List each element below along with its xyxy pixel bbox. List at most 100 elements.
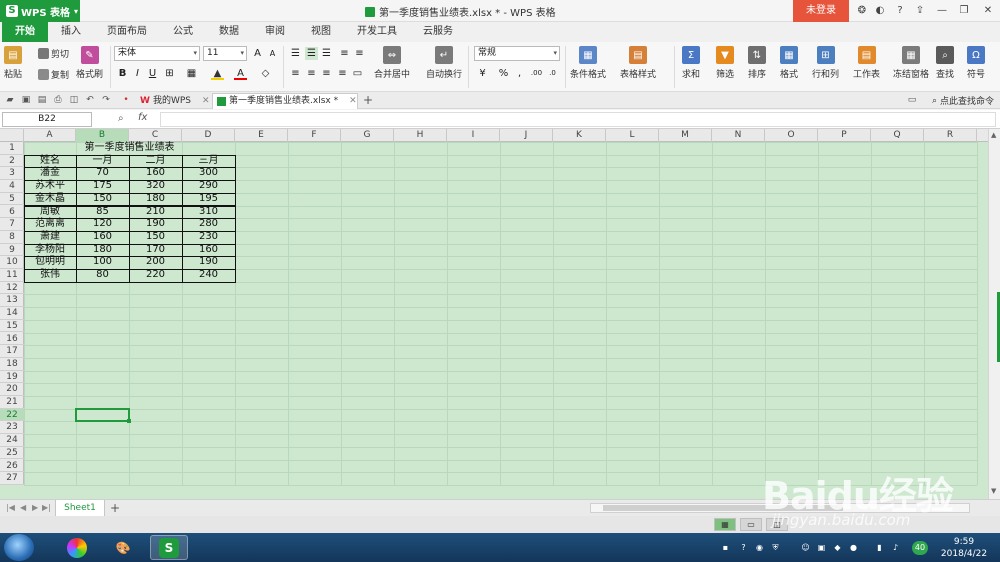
row-header-27[interactable]: 27 — [0, 472, 24, 485]
sales-cell[interactable]: 230 — [182, 231, 235, 244]
column-header-k[interactable]: K — [553, 129, 606, 142]
header-cell[interactable]: 三月 — [182, 155, 235, 168]
sales-cell[interactable]: 210 — [129, 206, 182, 219]
sum-button[interactable]: Σ 求和 — [682, 46, 700, 80]
paint-icon[interactable]: 🎨 — [104, 535, 142, 560]
row-header-10[interactable]: 10 — [0, 256, 24, 269]
new-tab-icon[interactable]: + — [362, 94, 374, 106]
sales-cell[interactable]: 190 — [182, 256, 235, 269]
fill-handle[interactable] — [127, 419, 131, 424]
browser-icon[interactable] — [58, 535, 96, 560]
sales-cell[interactable]: 310 — [182, 206, 235, 219]
name-cell[interactable]: 周敏 — [24, 206, 76, 219]
sales-cell[interactable]: 160 — [182, 244, 235, 257]
column-header-q[interactable]: Q — [871, 129, 924, 142]
column-header-n[interactable]: N — [712, 129, 765, 142]
number-format-select[interactable]: 常规 ▾ — [474, 46, 560, 61]
name-cell[interactable]: 范离离 — [24, 218, 76, 231]
print-icon[interactable]: ⎙ — [52, 94, 64, 106]
format-button[interactable]: ▦ 格式 — [780, 46, 798, 80]
row-header-4[interactable]: 4 — [0, 180, 24, 193]
tab-view[interactable]: 视图 — [298, 22, 344, 42]
increase-font-icon[interactable]: A — [251, 47, 264, 60]
currency-icon[interactable]: ¥ — [476, 67, 489, 80]
start-button[interactable] — [4, 534, 34, 561]
align-top-icon[interactable]: ☰ — [289, 47, 302, 60]
sales-cell[interactable]: 170 — [129, 244, 182, 257]
sales-cell[interactable]: 120 — [76, 218, 129, 231]
system-clock[interactable]: 9:59 2018/4/22 — [930, 536, 998, 560]
align-center-icon[interactable]: ≡ — [305, 67, 318, 80]
column-header-a[interactable]: A — [24, 129, 76, 142]
redo-icon[interactable]: ↷ — [100, 94, 112, 106]
row-header-3[interactable]: 3 — [0, 167, 24, 181]
sales-cell[interactable]: 160 — [129, 167, 182, 180]
name-cell[interactable]: 金木晶 — [24, 193, 76, 206]
increase-decimal-icon[interactable]: .00 — [530, 67, 543, 80]
column-header-m[interactable]: M — [659, 129, 712, 142]
row-header-22[interactable]: 22 — [0, 408, 24, 422]
sales-cell[interactable]: 200 — [129, 256, 182, 269]
sales-cell[interactable]: 240 — [182, 269, 235, 282]
sales-cell[interactable]: 100 — [76, 256, 129, 269]
column-header-b[interactable]: B — [76, 129, 129, 142]
row-header-9[interactable]: 9 — [0, 244, 24, 257]
feedback-icon[interactable]: ◐ — [872, 3, 888, 19]
tab-insert[interactable]: 插入 — [48, 22, 94, 42]
upload-icon[interactable]: ⇪ — [912, 3, 928, 19]
help-icon[interactable]: ? — [738, 542, 749, 553]
row-header-19[interactable]: 19 — [0, 371, 24, 384]
row-header-17[interactable]: 17 — [0, 345, 24, 358]
tab-cloud-service[interactable]: 云服务 — [410, 22, 466, 42]
horizontal-scrollbar[interactable] — [590, 503, 970, 513]
sort-button[interactable]: ⇅ 排序 — [748, 46, 766, 80]
format-painter-button[interactable]: ✎ 格式刷 — [76, 46, 103, 80]
normal-view-icon[interactable]: ▦ — [714, 518, 736, 531]
wps-spreadsheet-taskbar-icon[interactable]: S — [150, 535, 188, 560]
row-header-25[interactable]: 25 — [0, 447, 24, 460]
name-cell[interactable]: 李杨阳 — [24, 244, 76, 257]
column-header-i[interactable]: I — [447, 129, 500, 142]
tray-icon[interactable]: ● — [848, 542, 859, 553]
customize-icon[interactable]: • — [120, 94, 132, 106]
sales-cell[interactable]: 280 — [182, 218, 235, 231]
sales-cell[interactable]: 175 — [76, 180, 129, 193]
underline-icon[interactable]: U — [146, 67, 159, 80]
scroll-thumb[interactable] — [603, 505, 843, 511]
tab-list-icon[interactable]: ▭ — [906, 94, 918, 106]
sales-cell[interactable]: 300 — [182, 167, 235, 180]
column-header-d[interactable]: D — [182, 129, 235, 142]
tray-icon[interactable]: ◆ — [832, 542, 843, 553]
column-header-h[interactable]: H — [394, 129, 447, 142]
header-cell[interactable]: 一月 — [76, 155, 129, 168]
last-sheet-icon[interactable]: ▶| — [42, 503, 51, 512]
worksheet-button[interactable]: ▤ 工作表 — [853, 46, 880, 80]
bold-icon[interactable]: B — [116, 67, 129, 80]
copy-button[interactable]: 复制 — [38, 68, 69, 81]
zoom-icon[interactable]: ⌕ — [118, 113, 124, 124]
border-icon[interactable]: ⊞ — [163, 67, 176, 80]
tab-home[interactable]: 开始 — [2, 22, 48, 42]
align-bottom-icon[interactable]: ☰ — [320, 47, 333, 60]
conditional-format-button[interactable]: ▦ 条件格式 — [570, 46, 606, 80]
help-icon[interactable]: ? — [892, 3, 908, 19]
name-cell[interactable]: 张伟 — [24, 269, 76, 282]
decrease-decimal-icon[interactable]: .0 — [546, 67, 559, 80]
freeze-panes-button[interactable]: ▦ 冻结窗格 — [893, 46, 929, 80]
row-header-5[interactable]: 5 — [0, 193, 24, 206]
sales-cell[interactable]: 150 — [76, 193, 129, 206]
login-button[interactable]: 未登录 — [793, 0, 849, 22]
sales-cell[interactable]: 150 — [129, 231, 182, 244]
column-header-r[interactable]: R — [924, 129, 977, 142]
symbol-button[interactable]: Ω 符号 — [967, 46, 985, 80]
thousands-icon[interactable]: ‚ — [513, 67, 526, 80]
next-sheet-icon[interactable]: ▶ — [32, 503, 38, 512]
column-header-c[interactable]: C — [129, 129, 182, 142]
save-icon[interactable]: ▣ — [20, 94, 32, 106]
close-icon[interactable]: ✕ — [980, 3, 996, 19]
row-header-11[interactable]: 11 — [0, 269, 24, 282]
indent-decrease-icon[interactable]: ≡ — [338, 47, 351, 60]
decrease-font-icon[interactable]: A — [266, 47, 279, 60]
page-layout-icon[interactable]: ▭ — [740, 518, 762, 531]
insert-function-icon[interactable]: fx — [138, 112, 147, 123]
